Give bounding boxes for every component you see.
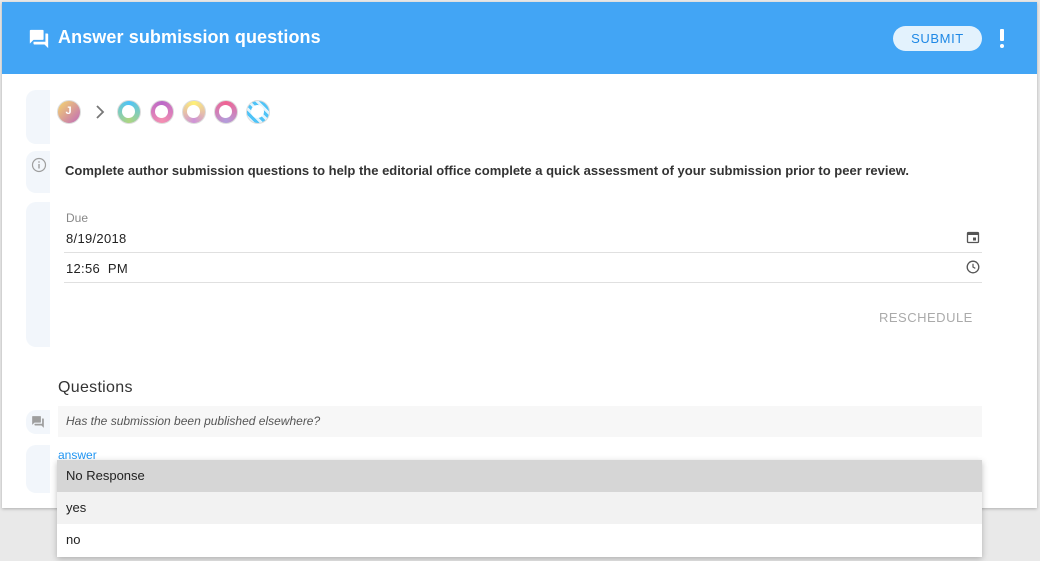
chevron-right-icon [96,105,105,119]
questions-heading: Questions [58,379,133,396]
author-avatar[interactable]: J [57,100,81,124]
page-title: Answer submission questions [58,27,321,47]
header-bar: Answer submission questions SUBMIT [2,2,1037,74]
answer-option-no[interactable]: no [57,524,982,556]
search-step-icon[interactable] [182,100,206,124]
forum-icon [32,416,44,428]
workflow-rail [26,90,50,144]
due-time-value: 12:56 PM [66,261,128,276]
due-rail [26,202,50,347]
submission-step-icon[interactable] [117,100,141,124]
calendar-icon[interactable] [966,230,980,244]
clock-icon[interactable] [966,260,980,274]
question-box: Has the submission been published elsewh… [58,406,982,437]
edit-step-icon[interactable] [150,100,174,124]
forum-icon [29,29,49,49]
tools-step-icon[interactable] [214,100,238,124]
answer-rail [26,445,50,493]
alert-icon[interactable] [996,27,1008,51]
question-icon-box [26,410,50,434]
question-text: Has the submission been published elsewh… [66,414,321,428]
answer-option-no-response[interactable]: No Response [57,460,982,492]
submit-button[interactable]: SUBMIT [893,26,982,51]
info-icon [31,157,47,173]
instructions-text: Complete author submission questions to … [65,163,909,178]
answer-option-yes[interactable]: yes [57,492,982,524]
due-date-field[interactable]: 8/19/2018 [64,223,982,253]
reschedule-button[interactable]: RESCHEDULE [879,310,973,325]
review-step-icon[interactable] [246,100,270,124]
due-date-value: 8/19/2018 [66,231,127,246]
answer-dropdown-menu[interactable]: No Response yes no [57,460,982,557]
due-time-field[interactable]: 12:56 PM [64,253,982,283]
